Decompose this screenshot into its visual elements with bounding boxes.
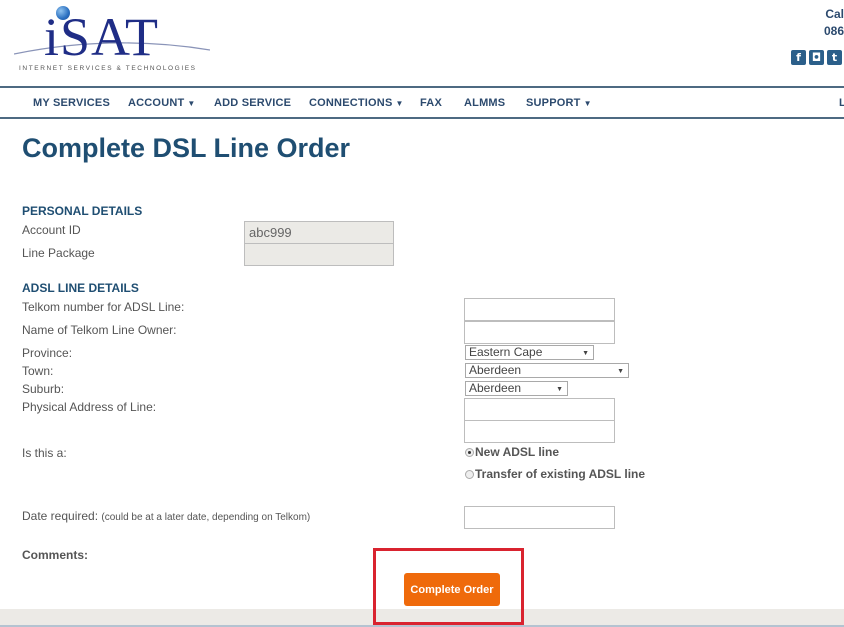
page-title: Complete DSL Line Order bbox=[22, 133, 351, 163]
contact-info: Cal 086 bbox=[824, 6, 844, 40]
province-select-value: Eastern Cape bbox=[469, 345, 543, 359]
nav-support-label: SUPPORT bbox=[526, 97, 581, 109]
address-line1-input[interactable] bbox=[464, 398, 615, 421]
radio-new-adsl-line[interactable]: New ADSL line bbox=[465, 445, 559, 459]
complete-order-button[interactable]: Complete Order bbox=[404, 573, 500, 606]
comments-label: Comments: bbox=[22, 548, 89, 562]
isat-logo[interactable]: iSAT INTERNET SERVICES & TECHNOLOGIES bbox=[14, 4, 214, 74]
address-label: Physical Address of Line: bbox=[22, 400, 157, 414]
radio-unchecked-icon[interactable] bbox=[465, 469, 474, 479]
nav-support[interactable]: SUPPORT ▼ bbox=[526, 97, 592, 109]
telkom-number-label: Telkom number for ADSL Line: bbox=[22, 300, 185, 314]
nav-almms[interactable]: ALMMS bbox=[464, 97, 505, 109]
contact-phone[interactable]: 086 bbox=[824, 23, 844, 40]
date-required-input[interactable] bbox=[464, 506, 615, 529]
nav-account-label: ACCOUNT bbox=[128, 97, 185, 109]
instagram-icon[interactable]: ◘ bbox=[809, 50, 824, 65]
nav-my-services-label: MY SERVICES bbox=[33, 97, 110, 109]
town-select-value: Aberdeen bbox=[469, 363, 522, 377]
nav-connections[interactable]: CONNECTIONS ▼ bbox=[309, 97, 404, 109]
radio-new-adsl-label: New ADSL line bbox=[475, 445, 560, 459]
caret-down-icon: ▼ bbox=[395, 99, 404, 108]
caret-down-icon: ▼ bbox=[583, 99, 592, 108]
nav-connections-label: CONNECTIONS bbox=[309, 97, 393, 109]
line-type-label: Is this a: bbox=[22, 446, 67, 460]
select-arrow-icon: ▼ bbox=[617, 368, 624, 375]
nav-account[interactable]: ACCOUNT ▼ bbox=[128, 97, 196, 109]
contact-line-1: Cal bbox=[825, 7, 844, 21]
facebook-icon[interactable]: f bbox=[791, 50, 806, 65]
nav-fax-label: FAX bbox=[420, 97, 442, 109]
adsl-details-heading: ADSL LINE DETAILS bbox=[22, 281, 139, 295]
province-label: Province: bbox=[22, 346, 73, 360]
line-owner-label: Name of Telkom Line Owner: bbox=[22, 323, 177, 337]
radio-transfer-adsl-line[interactable]: Transfer of existing ADSL line bbox=[465, 467, 645, 481]
caret-down-icon: ▼ bbox=[187, 99, 196, 108]
town-select[interactable]: Aberdeen ▼ bbox=[465, 363, 629, 378]
site-header: iSAT INTERNET SERVICES & TECHNOLOGIES Ca… bbox=[0, 0, 844, 86]
address-line2-input[interactable] bbox=[464, 420, 615, 443]
date-required-note: (could be at a later date, depending on … bbox=[101, 512, 311, 523]
logo-tagline: INTERNET SERVICES & TECHNOLOGIES bbox=[19, 65, 197, 72]
select-arrow-icon: ▼ bbox=[582, 350, 589, 357]
line-owner-input[interactable] bbox=[464, 321, 615, 344]
nav-add-service[interactable]: ADD SERVICE bbox=[214, 97, 291, 109]
nav-fax[interactable]: FAX bbox=[420, 97, 442, 109]
town-label: Town: bbox=[22, 364, 54, 378]
account-id-label: Account ID bbox=[22, 223, 81, 237]
nav-my-services[interactable]: MY SERVICES bbox=[33, 97, 110, 109]
personal-details-heading: PERSONAL DETAILS bbox=[22, 204, 143, 218]
line-package-field bbox=[244, 243, 394, 266]
account-id-field: abc999 bbox=[244, 221, 394, 244]
nav-login[interactable]: L bbox=[839, 97, 844, 109]
radio-transfer-label: Transfer of existing ADSL line bbox=[475, 467, 646, 481]
footer-strip bbox=[0, 609, 844, 627]
nav-almms-label: ALMMS bbox=[464, 97, 506, 109]
nav-login-label: L bbox=[839, 97, 844, 109]
radio-checked-icon[interactable] bbox=[465, 447, 474, 457]
suburb-select[interactable]: Aberdeen ▼ bbox=[465, 381, 568, 396]
date-required-label: Date required: (could be at a later date… bbox=[22, 509, 310, 523]
social-links: f ◘ t bbox=[791, 50, 842, 65]
telkom-number-input[interactable] bbox=[464, 298, 615, 321]
nav-add-service-label: ADD SERVICE bbox=[214, 97, 292, 109]
suburb-select-value: Aberdeen bbox=[469, 381, 522, 395]
logo-globe-icon bbox=[56, 6, 70, 20]
suburb-label: Suburb: bbox=[22, 382, 65, 396]
select-arrow-icon: ▼ bbox=[556, 386, 563, 393]
date-required-text: Date required: bbox=[22, 509, 99, 523]
main-nav: MY SERVICES ACCOUNT ▼ ADD SERVICE CONNECT… bbox=[0, 86, 844, 119]
line-package-label: Line Package bbox=[22, 246, 95, 260]
twitter-icon[interactable]: t bbox=[827, 50, 842, 65]
province-select[interactable]: Eastern Cape ▼ bbox=[465, 345, 594, 360]
